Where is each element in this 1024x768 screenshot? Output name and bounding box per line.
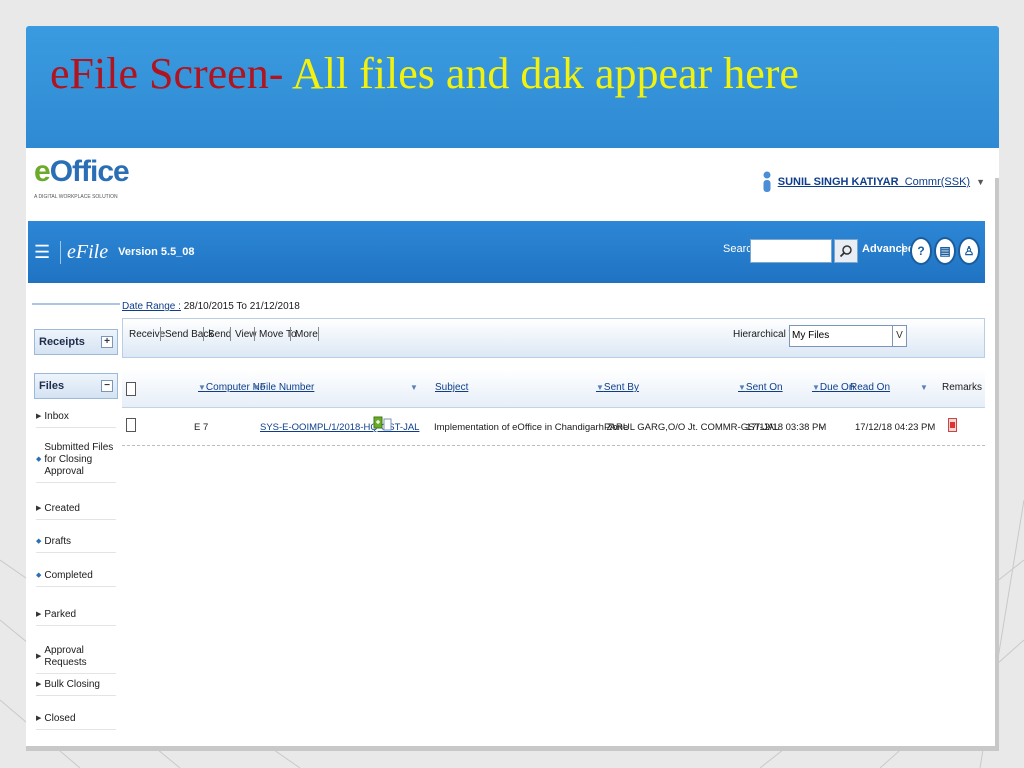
bullet-icon: ◆ — [36, 455, 42, 463]
user-menu[interactable]: SUNIL SINGH KATIYAR Commr(SSK) ▼ — [762, 170, 985, 194]
bullet-icon: ◆ — [36, 538, 42, 545]
toolbar-divider: | — [901, 241, 905, 256]
slide-title-prefix: eFile Screen- — [50, 49, 284, 98]
profile-icon: ♙ — [963, 244, 975, 258]
caret-right-icon: ▶ — [36, 505, 42, 512]
remarks-icon[interactable] — [948, 418, 957, 437]
sidebar-item-drafts[interactable]: ◆ Drafts — [36, 536, 116, 553]
sidebar-item-bulk-closing[interactable]: ▶ Bulk Closing — [36, 679, 116, 696]
col-sent-on[interactable]: ▼Sent On — [738, 382, 783, 393]
cell-subject: Implementation of eOffice in Chandigarh … — [434, 422, 629, 433]
sort-icon[interactable]: ▼ — [920, 382, 928, 393]
sort-icon: ▼ — [738, 383, 746, 392]
help-icon: ? — [917, 244, 925, 258]
sort-icon: ▼ — [812, 383, 820, 392]
hierarchical-view-select[interactable]: My Files — [789, 325, 907, 347]
toolbar-separator — [160, 327, 161, 341]
toolbar-separator — [318, 327, 319, 341]
efile-screenshot: eOffice A DIGITAL WORKPLACE SOLUTION SUN… — [26, 148, 999, 751]
sidebar-item-submitted-files[interactable]: ◆ Submitted Files for Closing Approval — [36, 441, 116, 483]
caret-right-icon: ▶ — [36, 653, 42, 660]
date-range-link[interactable]: Date Range : — [122, 301, 181, 312]
search-button[interactable] — [834, 239, 858, 263]
sidebar-item-created[interactable]: ▶ Created — [36, 503, 116, 520]
caret-right-icon: ▶ — [36, 611, 42, 618]
slide-title-suffix: All files and dak appear here — [283, 49, 799, 98]
send-back-button[interactable]: Send Back — [165, 329, 213, 340]
sidebar-section-files[interactable]: Files − — [34, 373, 118, 399]
eoffice-logo: eOffice A DIGITAL WORKPLACE SOLUTION — [30, 154, 130, 206]
col-file-number[interactable]: ▼File Number — [252, 382, 314, 393]
sort-icon: ▼ — [596, 383, 604, 392]
search-icon — [839, 245, 852, 258]
col-read-on[interactable]: Read On — [850, 382, 890, 393]
user-icon — [763, 171, 771, 192]
toolbar-separator — [203, 327, 204, 341]
sort-icon[interactable]: ▼ — [410, 382, 418, 393]
sidebar-item-completed[interactable]: ◆ Completed — [36, 570, 116, 587]
help-button[interactable]: ? — [910, 237, 932, 265]
file-attach-icon[interactable] — [373, 416, 393, 439]
sidebar-item-parked[interactable]: ▶ Parked — [36, 609, 116, 626]
hamburger-menu-icon[interactable]: ☰ — [34, 242, 54, 263]
sidebar-section-receipts[interactable]: Receipts + — [34, 329, 118, 355]
logo-e: e — [34, 155, 51, 188]
row-checkbox[interactable] — [126, 418, 136, 432]
efile-header-bar: ☰ eFile Version 5.5_08 Search Advanced |… — [28, 221, 985, 283]
user-name-link[interactable]: SUNIL SINGH KATIYAR Commr(SSK) — [778, 176, 970, 188]
toolbar-separator — [254, 327, 255, 341]
version-label: Version 5.5_08 — [118, 246, 195, 258]
col-sent-by[interactable]: ▼Sent By — [596, 382, 639, 393]
document-icon: ▤ — [939, 244, 951, 258]
sidebar: Receipts + Files − ▶ Inbox ◆ Submitted Fil… — [32, 303, 120, 751]
caret-right-icon: ▶ — [36, 681, 42, 688]
cell-read-on: 17/12/18 04:23 PM — [855, 422, 936, 433]
sidebar-item-inbox[interactable]: ▶ Inbox — [36, 411, 116, 428]
sidebar-top-rule — [32, 303, 120, 305]
logo-tagline: A DIGITAL WORKPLACE SOLUTION — [34, 194, 118, 200]
sidebar-item-approval-requests[interactable]: ▶ Approval Requests — [36, 645, 116, 674]
horizontal-scrollbar[interactable] — [26, 746, 999, 751]
sort-icon: ▼ — [198, 383, 206, 392]
chevron-down-icon[interactable]: V — [892, 326, 906, 346]
cell-due-on: - — [820, 422, 824, 433]
table-header: ▼Computer No ▼File Number ▼ Subject ▼Sen… — [122, 370, 985, 408]
expand-icon[interactable]: + — [101, 336, 113, 348]
search-input[interactable] — [750, 239, 832, 263]
table-row[interactable]: E 7 SYS-E-OOIMPL/1/2018-HQ-GST-JAL Imple… — [122, 408, 985, 446]
send-button[interactable]: Send — [208, 329, 231, 340]
receipts-label: Receipts — [39, 336, 85, 348]
logo-text: Office — [49, 155, 130, 188]
date-range: Date Range : 28/10/2015 To 21/12/2018 — [122, 301, 300, 312]
advanced-search-link[interactable]: Advanced — [862, 243, 915, 255]
profile-button[interactable]: ♙ — [958, 237, 980, 265]
page-scrollbar[interactable] — [995, 178, 999, 751]
toolbar-separator — [290, 327, 291, 341]
cell-sent-on: 17/12/18 03:38 PM — [746, 422, 827, 433]
col-due-on[interactable]: ▼Due On — [812, 382, 854, 393]
col-remarks: Remarks — [942, 382, 983, 393]
cell-computer-no: E 7 — [194, 422, 209, 433]
files-label: Files — [39, 380, 65, 392]
action-toolbar: Receive Send Back Send View Move To More… — [122, 318, 985, 358]
more-button[interactable]: More — [295, 329, 318, 340]
select-all-checkbox[interactable] — [126, 382, 136, 396]
efile-brand: eFile — [60, 240, 108, 264]
slide-title: eFile Screen- All files and dak appear h… — [50, 44, 799, 104]
document-button[interactable]: ▤ — [934, 237, 956, 265]
chevron-down-icon[interactable]: ▼ — [976, 177, 985, 187]
caret-right-icon: ▶ — [36, 413, 42, 420]
caret-right-icon: ▶ — [36, 715, 42, 722]
cell-file-number-link[interactable]: SYS-E-OOIMPL/1/2018-HQ-GST-JAL — [260, 422, 419, 433]
bullet-icon: ◆ — [36, 572, 42, 579]
sort-icon: ▼ — [252, 383, 260, 392]
collapse-icon[interactable]: − — [101, 380, 113, 392]
sidebar-item-closed[interactable]: ▶ Closed — [36, 713, 116, 730]
date-range-value: 28/10/2015 To 21/12/2018 — [183, 301, 300, 312]
col-subject[interactable]: Subject — [435, 382, 468, 393]
toolbar-separator — [230, 327, 231, 341]
